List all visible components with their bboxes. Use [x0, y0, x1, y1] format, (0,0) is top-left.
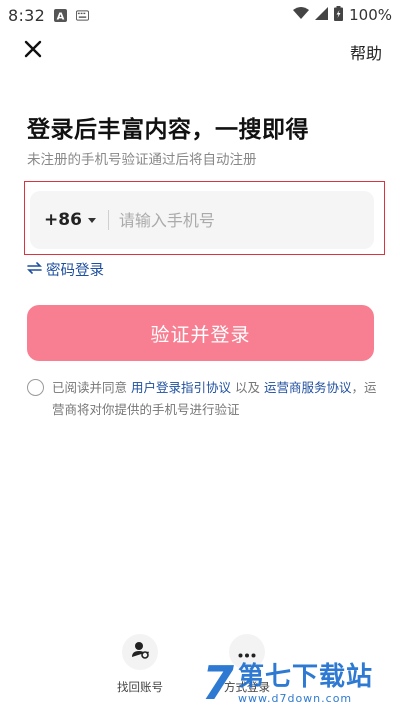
watermark-url: www.d7down.com [238, 691, 353, 705]
phone-field: +86 [30, 191, 374, 249]
status-time: 8:32 [8, 5, 46, 25]
country-code-selector[interactable]: +86 [30, 191, 96, 249]
phone-input[interactable] [118, 191, 374, 249]
wifi-icon [293, 6, 310, 24]
user-recover-icon [131, 641, 149, 663]
verify-login-button[interactable]: 验证并登录 [27, 305, 374, 361]
agreement-middle: 以及 [231, 380, 264, 395]
page-subtitle: 未注册的手机号验证通过后将自动注册 [27, 152, 257, 168]
agreement: 已阅读并同意 用户登录指引协议 以及 运营商服务协议，运营商将对你提供的手机号进… [27, 377, 377, 421]
agreement-checkbox[interactable] [27, 379, 44, 396]
svg-text:A: A [57, 11, 65, 22]
close-icon [24, 40, 42, 62]
watermark-logo-number: 7 [202, 656, 235, 710]
country-code-text: +86 [44, 210, 82, 230]
agreement-text: 已阅读并同意 用户登录指引协议 以及 运营商服务协议，运营商将对你提供的手机号进… [52, 377, 377, 421]
watermark-text: 第七下载站 www.d7down.com [238, 662, 373, 705]
keyboard-icon [76, 9, 90, 22]
field-divider [107, 210, 109, 230]
watermark-title: 第七下载站 [238, 661, 374, 692]
caret-down-icon [87, 217, 96, 223]
battery-icon [334, 5, 344, 25]
alt-circle [122, 634, 158, 670]
password-login-link[interactable]: 密码登录 [27, 259, 104, 280]
recover-account-option[interactable]: 找回账号 [110, 634, 170, 695]
battery-percent: 100% [349, 6, 392, 24]
close-button[interactable] [20, 38, 46, 64]
alt-label-recover: 找回账号 [117, 680, 163, 694]
help-link[interactable]: 帮助 [350, 40, 382, 64]
a-icon: A [54, 8, 68, 22]
status-bar: 8:32 A 100% [0, 0, 400, 30]
page-title: 登录后丰富内容，一搜即得 [27, 117, 309, 143]
status-right: 100% [293, 5, 392, 25]
switch-arrows-icon [27, 261, 46, 278]
user-login-agreement-link[interactable]: 用户登录指引协议 [131, 380, 231, 395]
signal-icon [315, 6, 329, 24]
carrier-service-agreement-link[interactable]: 运营商服务协议 [264, 380, 352, 395]
watermark: 7 第七下载站 www.d7down.com [202, 655, 398, 711]
agreement-prefix: 已阅读并同意 [52, 380, 131, 395]
password-login-label: 密码登录 [46, 263, 104, 279]
